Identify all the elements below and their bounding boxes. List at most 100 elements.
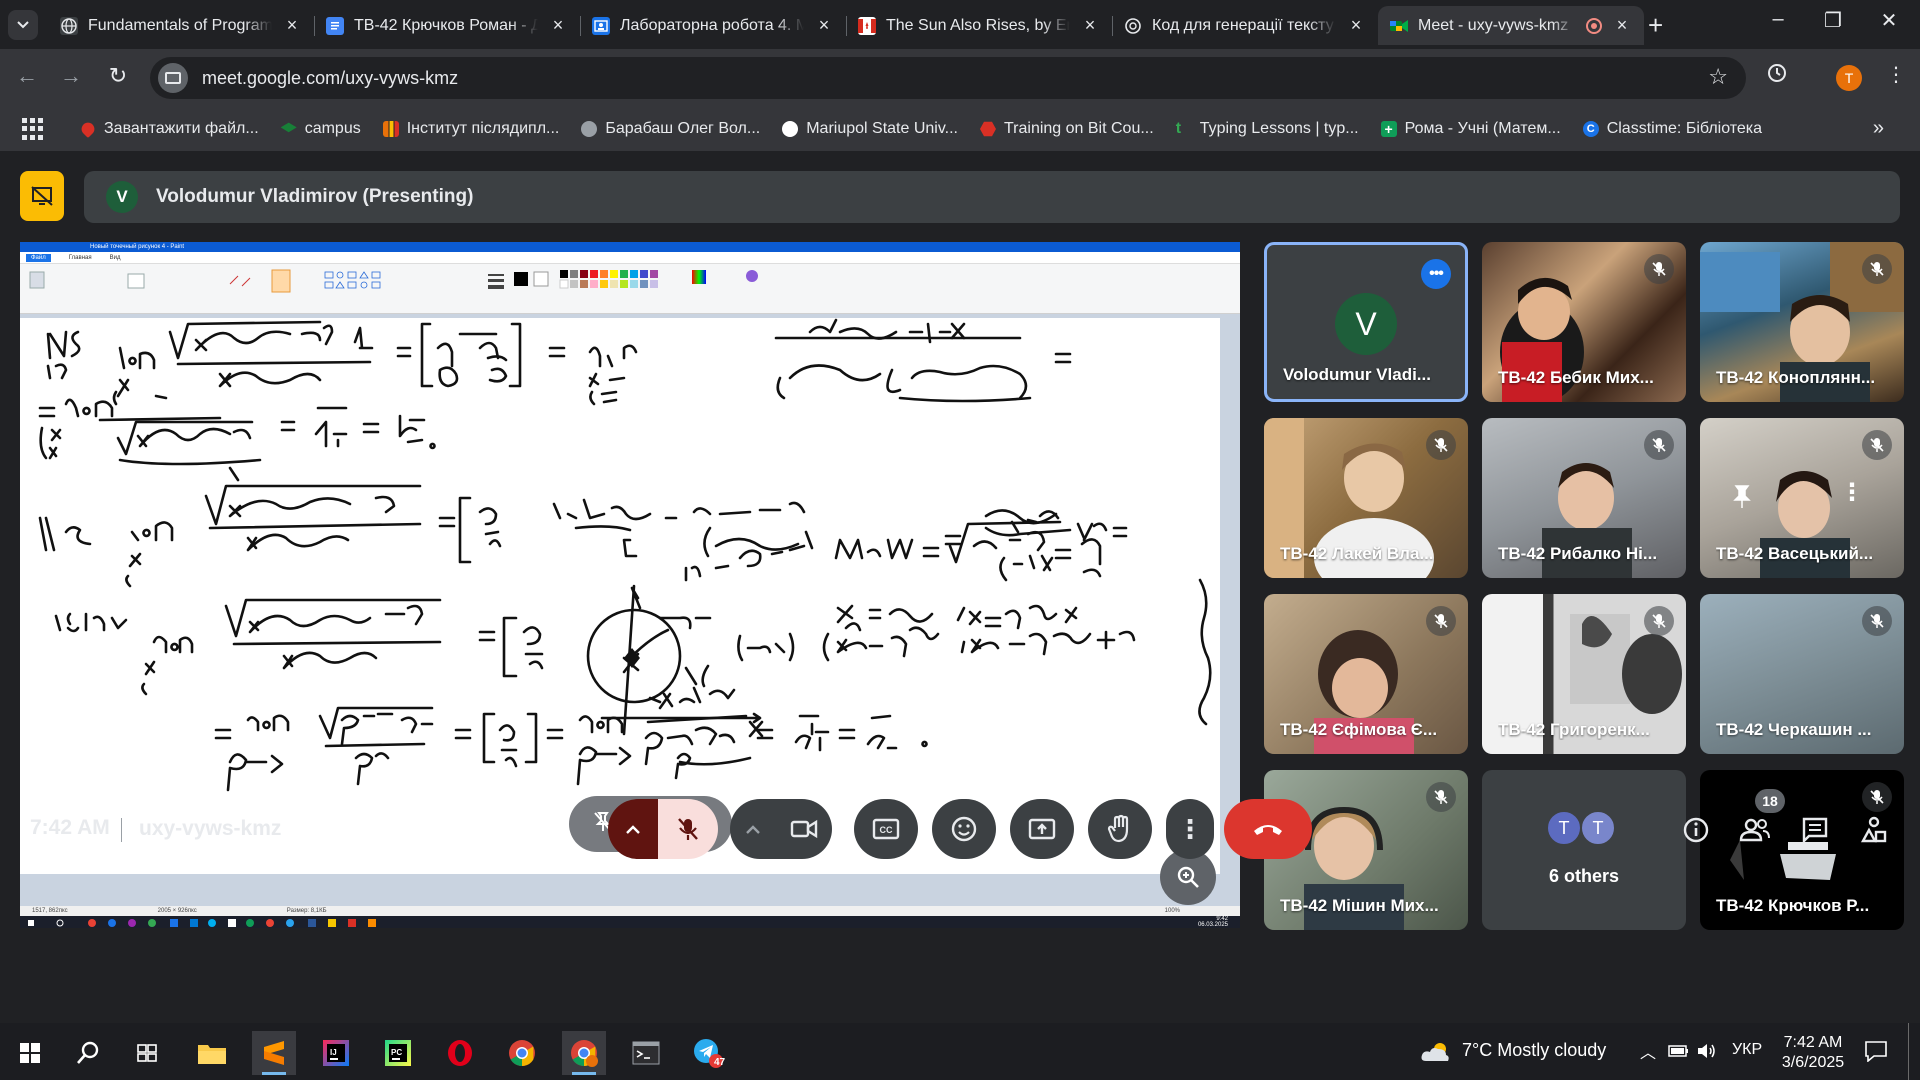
participant-tile[interactable]: ТВ-42 Бебик Мих... (1482, 242, 1686, 402)
chrome-menu-icon[interactable]: ⋮ (1886, 62, 1906, 87)
close-tab-icon[interactable]: × (282, 15, 302, 36)
participant-tile[interactable]: ⋮ ТВ-42 Васецький... (1700, 418, 1904, 578)
weather-text[interactable]: 7°C Mostly cloudy (1462, 1040, 1606, 1061)
minimize-window-button[interactable]: – (1755, 8, 1801, 31)
history-icon[interactable] (1766, 62, 1788, 90)
video-settings-chevron-icon[interactable] (730, 799, 776, 859)
reload-button[interactable]: ↻ (103, 63, 133, 89)
participant-tile[interactable]: ТВ-42 Черкашин ... (1700, 594, 1904, 754)
more-options-icon[interactable]: ••• (1421, 259, 1451, 289)
more-options-icon[interactable]: ⋮ (1840, 478, 1864, 507)
audio-settings-chevron-icon[interactable] (608, 799, 658, 859)
more-bookmarks-chevron-icon[interactable]: » (1873, 117, 1884, 140)
opera-icon[interactable] (438, 1031, 482, 1075)
browser-tab[interactable]: Код для генерації тексту × (1112, 6, 1378, 45)
browser-tab[interactable]: The Sun Also Rises, by Erne × (846, 6, 1112, 45)
bookmark-item[interactable]: + Рома - Учні (Матем... (1380, 120, 1561, 138)
battery-icon[interactable] (1668, 1044, 1690, 1063)
chrome-profile-icon[interactable] (562, 1031, 606, 1075)
close-tab-icon[interactable]: × (1346, 15, 1366, 36)
tab-title: Лабораторна робота 4. М (620, 16, 804, 34)
participant-tile[interactable]: ТВ-42 Крючков Р... (1700, 770, 1904, 930)
windows-start-icon[interactable] (8, 1031, 52, 1075)
tab-search-button[interactable] (8, 10, 38, 40)
participant-tile[interactable]: ТВ-42 Єфімова Є... (1264, 594, 1468, 754)
close-tab-icon[interactable]: × (1080, 15, 1100, 36)
participant-tile[interactable]: ТВ-42 Коноплянн... (1700, 242, 1904, 402)
zoom-level: 100% (1164, 908, 1180, 914)
sublime-text-icon[interactable] (252, 1031, 296, 1075)
chrome-icon[interactable] (500, 1031, 544, 1075)
camera-toggle-button[interactable] (776, 799, 832, 859)
forward-button[interactable]: → (56, 63, 86, 89)
activities-icon[interactable] (1858, 814, 1890, 846)
close-tab-icon[interactable]: × (814, 15, 834, 36)
others-tile[interactable]: T T 6 others (1482, 770, 1686, 930)
people-icon[interactable] (1739, 814, 1771, 846)
telegram-icon[interactable]: 47 (686, 1031, 730, 1075)
participant-name: ТВ-42 Васецький... (1716, 544, 1874, 563)
weather-cloud-icon[interactable] (1420, 1041, 1452, 1068)
browser-tab[interactable]: ТВ-42 Крючков Роман - Д × (314, 6, 580, 45)
participant-tile[interactable]: ТВ-42 Рибалко Ні... (1482, 418, 1686, 578)
file-explorer-icon[interactable] (190, 1031, 234, 1075)
present-screen-button[interactable] (1010, 799, 1074, 859)
mic-off-icon (1426, 430, 1456, 460)
participant-avatar: V (1335, 293, 1397, 355)
show-desktop-button[interactable] (1908, 1023, 1909, 1080)
chat-icon[interactable] (1799, 814, 1831, 846)
volume-icon[interactable] (1696, 1042, 1718, 1065)
language-indicator[interactable]: УКР (1732, 1041, 1762, 1059)
notifications-icon[interactable] (1864, 1040, 1888, 1067)
search-icon[interactable] (66, 1031, 110, 1075)
restore-window-button[interactable]: ❐ (1810, 8, 1856, 33)
reactions-button[interactable] (932, 799, 996, 859)
participant-tile[interactable]: ТВ-42 Григоренк... (1482, 594, 1686, 754)
leave-call-button[interactable] (1224, 799, 1312, 859)
pycharm-icon[interactable]: PC (376, 1031, 420, 1075)
bookmark-item[interactable]: Інститут післядипл... (382, 120, 559, 138)
system-clock[interactable]: 7:42 AM 3/6/2025 (1768, 1033, 1858, 1073)
bookmark-item[interactable]: Mariupol State Univ... (782, 120, 958, 138)
bookmark-star-icon[interactable]: ☆ (1708, 64, 1728, 90)
close-tab-icon[interactable]: × (1612, 15, 1632, 36)
browser-tab-active[interactable]: Meet - uxy-vyws-kmz × (1378, 6, 1644, 45)
task-view-icon[interactable] (126, 1031, 170, 1075)
bookmark-item[interactable]: t Typing Lessons | typ... (1176, 120, 1359, 138)
mic-off-icon (1862, 430, 1892, 460)
more-options-button[interactable]: ⋮ (1166, 799, 1214, 859)
apps-grid-icon[interactable] (22, 118, 44, 140)
bookmark-item[interactable]: Барабаш Олег Вол... (581, 120, 760, 138)
raise-hand-button[interactable] (1088, 799, 1152, 859)
participant-tile[interactable]: ТВ-42 Лакей Вла... (1264, 418, 1468, 578)
zoom-icon (1177, 866, 1199, 888)
captions-button[interactable]: CC (854, 799, 918, 859)
bookmark-item[interactable]: Training on Bit Cou... (979, 120, 1154, 138)
bookmark-label: Classtime: Бібліотека (1606, 120, 1763, 137)
intellij-icon[interactable]: IJ (314, 1031, 358, 1075)
mic-toggle-button[interactable] (658, 799, 718, 859)
terminal-icon[interactable] (624, 1031, 668, 1075)
tab-title: Fundamentals of Programm (88, 16, 272, 34)
participant-tile[interactable]: ••• V Volodumur Vladi... (1264, 242, 1468, 402)
bookmark-item[interactable]: Завантажити файл... (78, 119, 259, 139)
paint-ribbon (20, 264, 1240, 314)
meeting-details-icon[interactable] (1680, 814, 1712, 846)
site-info-icon[interactable] (158, 63, 188, 93)
show-hidden-icons-chevron-icon[interactable]: ︿ (1640, 1039, 1656, 1063)
close-tab-icon[interactable]: × (548, 15, 568, 36)
address-bar[interactable]: meet.google.com/uxy-vyws-kmz ☆ (150, 57, 1746, 99)
paint-menu-bar: Файл Главная Вид (20, 252, 1240, 264)
back-button[interactable]: ← (12, 63, 42, 89)
bookmark-item[interactable]: C Classtime: Бібліотека (1582, 120, 1763, 138)
profile-avatar[interactable]: T (1836, 65, 1862, 91)
browser-tab[interactable]: Fundamentals of Programm × (48, 6, 314, 45)
new-tab-button[interactable]: + (1648, 12, 1663, 38)
graduation-cap-icon (280, 122, 297, 133)
pin-icon[interactable] (1730, 484, 1754, 515)
browser-tab[interactable]: Лабораторна робота 4. М × (580, 6, 846, 45)
canada-flag-icon (858, 16, 876, 35)
bookmark-item[interactable]: campus (280, 120, 361, 138)
close-window-button[interactable]: ✕ (1866, 8, 1912, 33)
stop-presenting-button[interactable] (20, 171, 64, 221)
